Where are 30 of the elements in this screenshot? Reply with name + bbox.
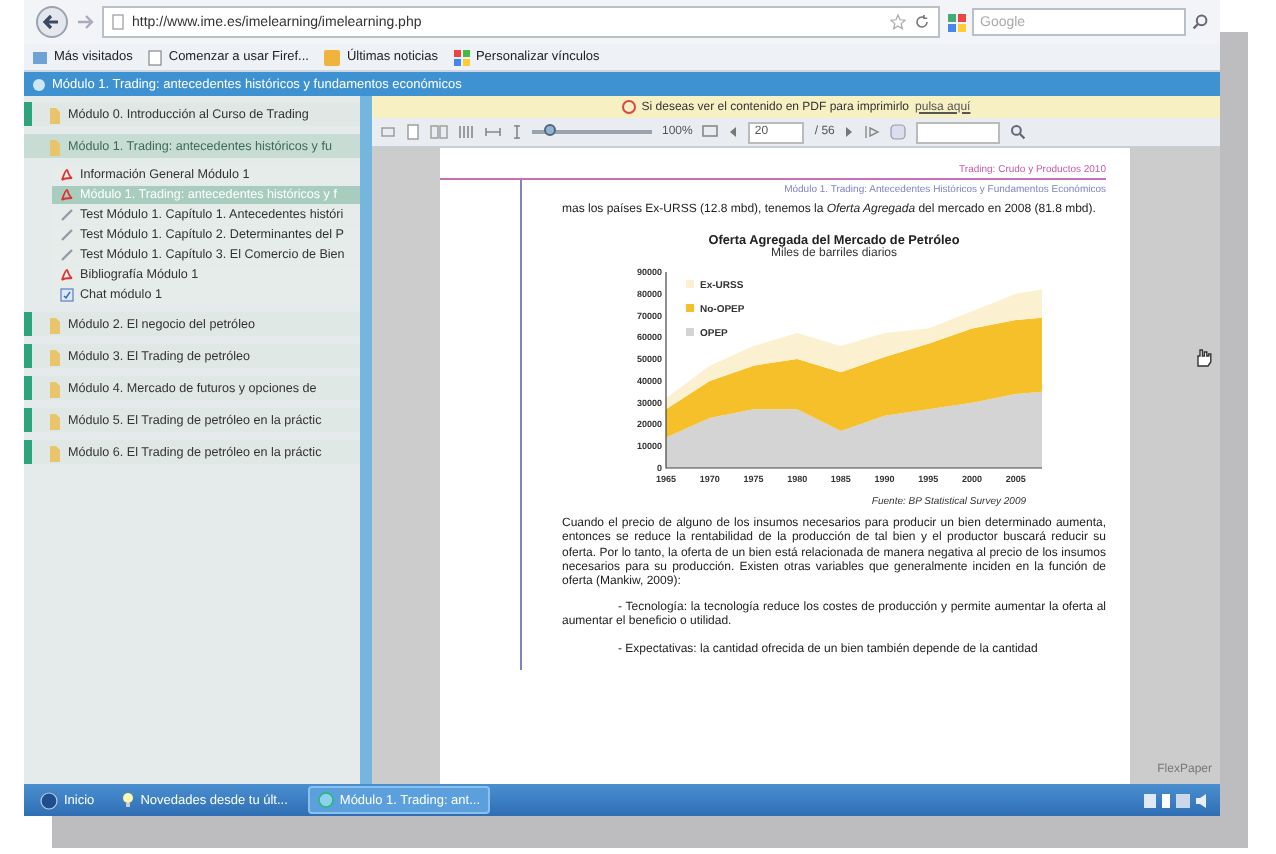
star-icon[interactable]: [890, 14, 906, 30]
next-page-icon[interactable]: [844, 126, 855, 138]
bulb-icon: [122, 792, 135, 808]
fullscreen-icon[interactable]: [702, 124, 719, 140]
refresh-icon[interactable]: [914, 14, 930, 30]
hand-cursor-icon: [1194, 348, 1212, 368]
page-icon: [148, 49, 163, 65]
system-tray-drawing: [1144, 791, 1212, 809]
search-icon[interactable]: [1010, 124, 1027, 140]
fit-width-icon[interactable]: [484, 124, 502, 140]
two-page-icon[interactable]: [430, 124, 448, 140]
feed-icon: [324, 49, 341, 65]
windows-logo-icon: [453, 49, 470, 65]
window-icon: [32, 77, 46, 91]
slider-thumb[interactable]: [544, 124, 556, 136]
start-orb-icon: [40, 791, 58, 809]
search-icon[interactable]: [1192, 14, 1208, 30]
single-page-icon[interactable]: [406, 124, 420, 140]
bookmark-folder-icon: [32, 49, 48, 65]
print-icon[interactable]: [380, 124, 396, 140]
globe-icon: [317, 792, 334, 808]
forward-button[interactable]: [76, 12, 94, 32]
google-logo-icon: [948, 13, 966, 31]
find-field[interactable]: [916, 121, 1001, 143]
back-button[interactable]: [36, 6, 68, 38]
grid-view-icon[interactable]: [458, 124, 474, 140]
previous-page-icon[interactable]: [728, 126, 739, 138]
chat-icon: [60, 288, 74, 302]
page-icon: [112, 14, 124, 30]
fit-height-icon[interactable]: [512, 124, 522, 140]
